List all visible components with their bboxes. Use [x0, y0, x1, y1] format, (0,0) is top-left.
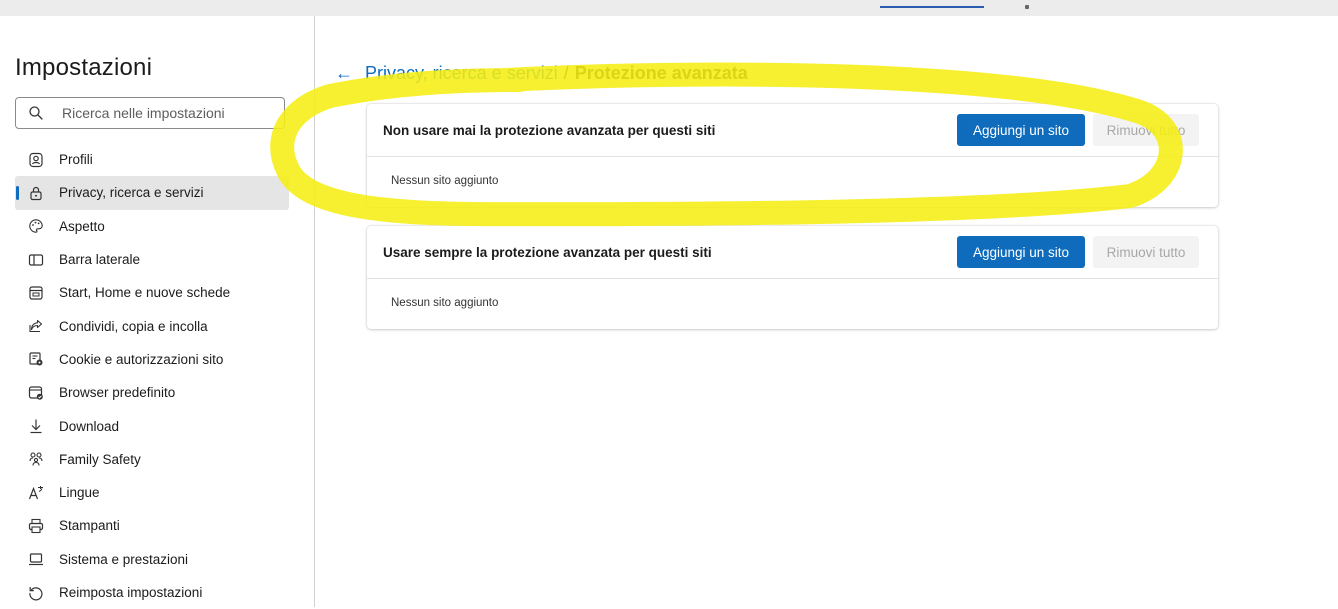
- default-browser-icon: [27, 384, 45, 402]
- family-icon: [27, 450, 45, 468]
- sidebar-item-privacy[interactable]: Privacy, ricerca e servizi: [15, 176, 289, 210]
- top-strip-mark: [1025, 5, 1029, 9]
- top-link-underline: [880, 6, 984, 8]
- language-icon: [27, 484, 45, 502]
- settings-title: Impostazioni: [15, 54, 153, 81]
- sidebar-item-label: Browser predefinito: [59, 385, 176, 401]
- settings-nav: Profili Privacy, ricerca e servizi Aspet…: [15, 143, 289, 609]
- settings-main: ← Privacy, ricerca e servizi / Protezion…: [315, 16, 1338, 607]
- sidebar-item-label: Barra laterale: [59, 252, 141, 268]
- search-placeholder: Ricerca nelle impostazioni: [62, 105, 225, 121]
- sidebar-item-label: Reimposta impostazioni: [59, 585, 203, 600]
- sidebar-item-label: Sistema e prestazioni: [59, 551, 189, 567]
- sidebar-item-label: Condividi, copia e incolla: [59, 318, 208, 334]
- sidebar-item-label: Start, Home e nuove schede: [59, 285, 231, 301]
- empty-list-text: Nessun sito aggiunto: [391, 297, 499, 309]
- lock-icon: [27, 184, 45, 202]
- card-header: Non usare mai la protezione avanzata per…: [367, 104, 1218, 157]
- printer-icon: [27, 517, 45, 535]
- back-arrow-icon[interactable]: ←: [335, 63, 353, 84]
- breadcrumb-parent-link[interactable]: Privacy, ricerca e servizi: [365, 63, 558, 84]
- never-use-sites-card: Non usare mai la protezione avanzata per…: [367, 104, 1218, 207]
- sidebar-item-cookie[interactable]: Cookie e autorizzazioni sito: [15, 343, 289, 376]
- sidebar-item-reimposta[interactable]: Reimposta impostazioni: [15, 576, 289, 609]
- sidebar-item-label: Cookie e autorizzazioni sito: [59, 351, 224, 367]
- sidebar-item-start-home[interactable]: Start, Home e nuove schede: [15, 276, 289, 309]
- cookie-permissions-icon: [27, 350, 45, 368]
- always-use-sites-card: Usare sempre la protezione avanzata per …: [367, 226, 1218, 329]
- palette-icon: [27, 217, 45, 235]
- download-icon: [27, 417, 45, 435]
- sidebar-item-aspetto[interactable]: Aspetto: [15, 210, 289, 243]
- sidebar-item-label: Aspetto: [59, 218, 105, 234]
- breadcrumb: ← Privacy, ricerca e servizi / Protezion…: [335, 63, 748, 84]
- empty-list-text: Nessun sito aggiunto: [391, 175, 499, 187]
- sidebar-item-lingue[interactable]: Lingue: [15, 476, 289, 509]
- sidebar-item-label: Profili: [59, 152, 93, 168]
- remove-all-button[interactable]: Rimuovi tutto: [1093, 114, 1199, 146]
- top-strip: [0, 0, 1338, 16]
- sidebar-item-download[interactable]: Download: [15, 409, 289, 442]
- page-title: Protezione avanzata: [574, 63, 748, 83]
- card-header: Usare sempre la protezione avanzata per …: [367, 226, 1218, 279]
- card-body: Nessun sito aggiunto: [367, 279, 1218, 329]
- settings-search-input[interactable]: Ricerca nelle impostazioni: [15, 97, 285, 129]
- laptop-icon: [27, 550, 45, 568]
- card-title: Non usare mai la protezione avanzata per…: [383, 122, 716, 138]
- add-site-button[interactable]: Aggiungi un sito: [957, 236, 1085, 268]
- profile-icon: [27, 151, 45, 169]
- card-body: Nessun sito aggiunto: [367, 157, 1218, 207]
- share-icon: [27, 317, 45, 335]
- remove-all-button[interactable]: Rimuovi tutto: [1093, 236, 1199, 268]
- sidebar-item-label: Privacy, ricerca e servizi: [59, 185, 204, 201]
- home-tab-icon: [27, 284, 45, 302]
- sidebar-item-browser-predefinito[interactable]: Browser predefinito: [15, 376, 289, 409]
- sidebar-item-family-safety[interactable]: Family Safety: [15, 443, 289, 476]
- sidebar-item-label: Lingue: [59, 485, 100, 501]
- sidebar-icon: [27, 251, 45, 269]
- sidebar-item-label: Family Safety: [59, 451, 141, 467]
- sidebar-item-label: Stampanti: [59, 518, 120, 534]
- card-title: Usare sempre la protezione avanzata per …: [383, 244, 712, 260]
- sidebar-item-barra-laterale[interactable]: Barra laterale: [15, 243, 289, 276]
- sidebar-item-condividi[interactable]: Condividi, copia e incolla: [15, 309, 289, 342]
- search-icon: [29, 106, 43, 120]
- add-site-button[interactable]: Aggiungi un sito: [957, 114, 1085, 146]
- sidebar-item-stampanti[interactable]: Stampanti: [15, 509, 289, 542]
- sidebar-item-label: Download: [59, 418, 120, 434]
- breadcrumb-separator: /: [563, 63, 569, 83]
- settings-sidebar: Impostazioni Ricerca nelle impostazioni …: [0, 16, 315, 607]
- reset-icon: [27, 584, 45, 602]
- sidebar-item-profili[interactable]: Profili: [15, 143, 289, 176]
- sidebar-item-sistema[interactable]: Sistema e prestazioni: [15, 543, 289, 576]
